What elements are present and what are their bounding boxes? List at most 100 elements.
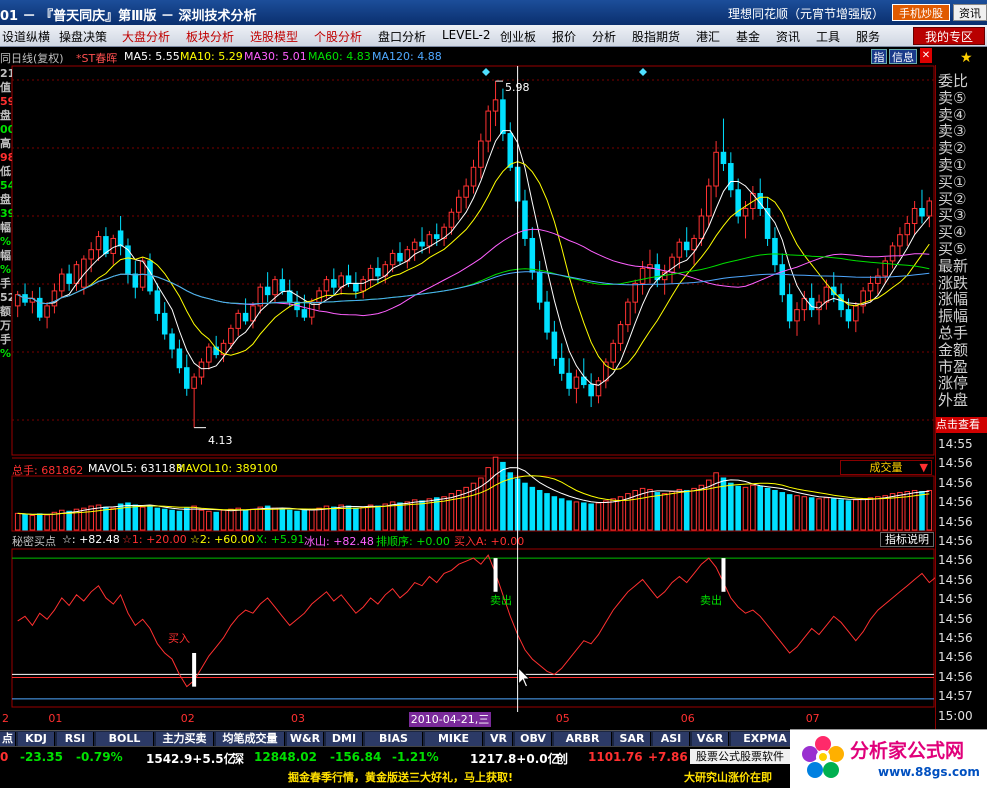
right-panel-label[interactable]: 外盘 <box>938 392 968 408</box>
ticker-news[interactable]: 大研究山涨价在即 <box>684 769 772 785</box>
tab-arbr[interactable]: ARBR <box>554 732 612 746</box>
indicator-help-button[interactable]: 指标说明 <box>880 532 934 547</box>
candle <box>522 200 528 239</box>
software-link[interactable]: 股票公式股票软件 <box>690 749 790 764</box>
volume-type-dropdown[interactable]: 成交量 ▼ <box>840 460 932 475</box>
panel-frame <box>11 548 935 708</box>
right-panel-label[interactable]: 涨跌 <box>938 275 968 291</box>
candle <box>632 282 639 303</box>
right-panel-label[interactable]: 振幅 <box>938 308 968 324</box>
volume-bar <box>95 504 102 531</box>
candle <box>500 99 506 135</box>
candle <box>786 294 793 322</box>
news-button[interactable]: 资讯 <box>953 4 987 21</box>
ticker-promo[interactable]: 掘金春季行情，黄金版送三大好礼，马上获取! <box>288 769 513 785</box>
trade-time: 14:57 <box>938 689 973 704</box>
right-panel-label[interactable]: 买③ <box>938 207 966 223</box>
volume-bar <box>529 486 536 531</box>
right-panel-label[interactable]: 总手 <box>938 325 968 341</box>
trade-time: 14:56 <box>938 475 973 490</box>
tab-rsi[interactable]: RSI <box>57 732 94 746</box>
candle <box>926 200 933 217</box>
volume-bar <box>279 508 286 531</box>
stock-chart[interactable] <box>0 0 935 730</box>
trade-time: 14:56 <box>938 650 973 665</box>
volume-bar <box>81 507 87 531</box>
volume-bar <box>919 491 925 531</box>
candle <box>456 196 462 213</box>
candle <box>742 207 749 217</box>
candle <box>691 237 697 251</box>
right-panel-label[interactable]: 涨停 <box>938 375 968 391</box>
tab-主力买卖[interactable]: 主力买卖 <box>156 732 214 746</box>
right-panel-label[interactable]: 卖⑤ <box>938 90 966 106</box>
candle <box>323 279 330 292</box>
right-panel-label[interactable]: 买⑤ <box>938 241 966 257</box>
candle <box>353 282 359 292</box>
left-strip-item: 54 <box>0 179 12 192</box>
tab-点[interactable]: 点 <box>0 732 16 746</box>
volume-bar <box>147 505 153 531</box>
right-panel-label[interactable]: 买① <box>938 174 966 190</box>
right-panel-label[interactable]: 委比 <box>938 73 968 89</box>
candle <box>279 279 286 292</box>
right-panel-label[interactable]: 卖③ <box>938 123 966 139</box>
right-panel-label[interactable]: 卖② <box>938 140 966 156</box>
candle <box>588 384 594 397</box>
tab-asi[interactable]: ASI <box>653 732 690 746</box>
candle <box>463 185 469 198</box>
status-item: 12848.02 <box>254 750 318 764</box>
candle <box>779 264 786 296</box>
tab-w&r[interactable]: W&R <box>287 732 324 746</box>
tab-v&r[interactable]: V&R <box>692 732 729 746</box>
volume-bar <box>66 510 72 531</box>
tab-kdj[interactable]: KDJ <box>18 732 55 746</box>
star-icon[interactable]: ★ <box>960 50 973 66</box>
volume-bar <box>191 505 197 531</box>
right-panel-label[interactable]: 买④ <box>938 224 966 240</box>
tab-boll[interactable]: BOLL <box>96 732 154 746</box>
tab-sar[interactable]: SAR <box>614 732 651 746</box>
tab-vr[interactable]: VR <box>485 732 513 746</box>
candle <box>301 309 308 318</box>
candle <box>411 241 418 251</box>
right-panel-label[interactable]: 涨幅 <box>938 291 968 307</box>
status-item: +7.86 <box>648 750 688 764</box>
volume-bar <box>897 492 903 531</box>
candle <box>36 297 43 318</box>
volume-bar <box>44 514 50 531</box>
logo-name: 分析家公式网 <box>850 740 965 762</box>
candle <box>794 309 800 322</box>
candle <box>654 264 661 281</box>
diamond-marker-icon <box>639 68 647 76</box>
candle <box>161 312 168 335</box>
tab-bias[interactable]: BIAS <box>365 732 423 746</box>
tab-dmi[interactable]: DMI <box>326 732 363 746</box>
tab-均笔成交量[interactable]: 均笔成交量 <box>216 732 285 746</box>
right-panel-label[interactable]: 市盈 <box>938 359 968 375</box>
volume-bar <box>713 472 719 531</box>
right-panel-label[interactable]: 卖④ <box>938 107 966 123</box>
candle <box>14 294 21 307</box>
volume-bar <box>250 508 256 531</box>
right-panel-label[interactable]: 买② <box>938 191 966 207</box>
right-panel-label[interactable]: 卖① <box>938 157 966 173</box>
candle <box>389 252 396 266</box>
volume-bar <box>551 496 558 531</box>
right-panel-label[interactable]: 金额 <box>938 342 968 358</box>
click-to-view-button[interactable]: 点击查看 <box>936 417 987 433</box>
x-axis-tick: 07 <box>805 712 820 725</box>
right-panel-label[interactable]: 最新 <box>938 258 968 274</box>
volume-bar <box>397 502 403 531</box>
tab-obv[interactable]: OBV <box>515 732 552 746</box>
candle <box>103 236 109 254</box>
candle <box>228 327 234 344</box>
volume-bar <box>750 484 756 531</box>
candle <box>639 267 646 284</box>
candle <box>889 245 896 262</box>
tab-mike[interactable]: MIKE <box>425 732 483 746</box>
mavol5-label: MAVOL5: 631183 <box>88 462 183 475</box>
candle <box>867 282 874 292</box>
volume-bar <box>654 492 661 531</box>
candle <box>610 342 616 363</box>
